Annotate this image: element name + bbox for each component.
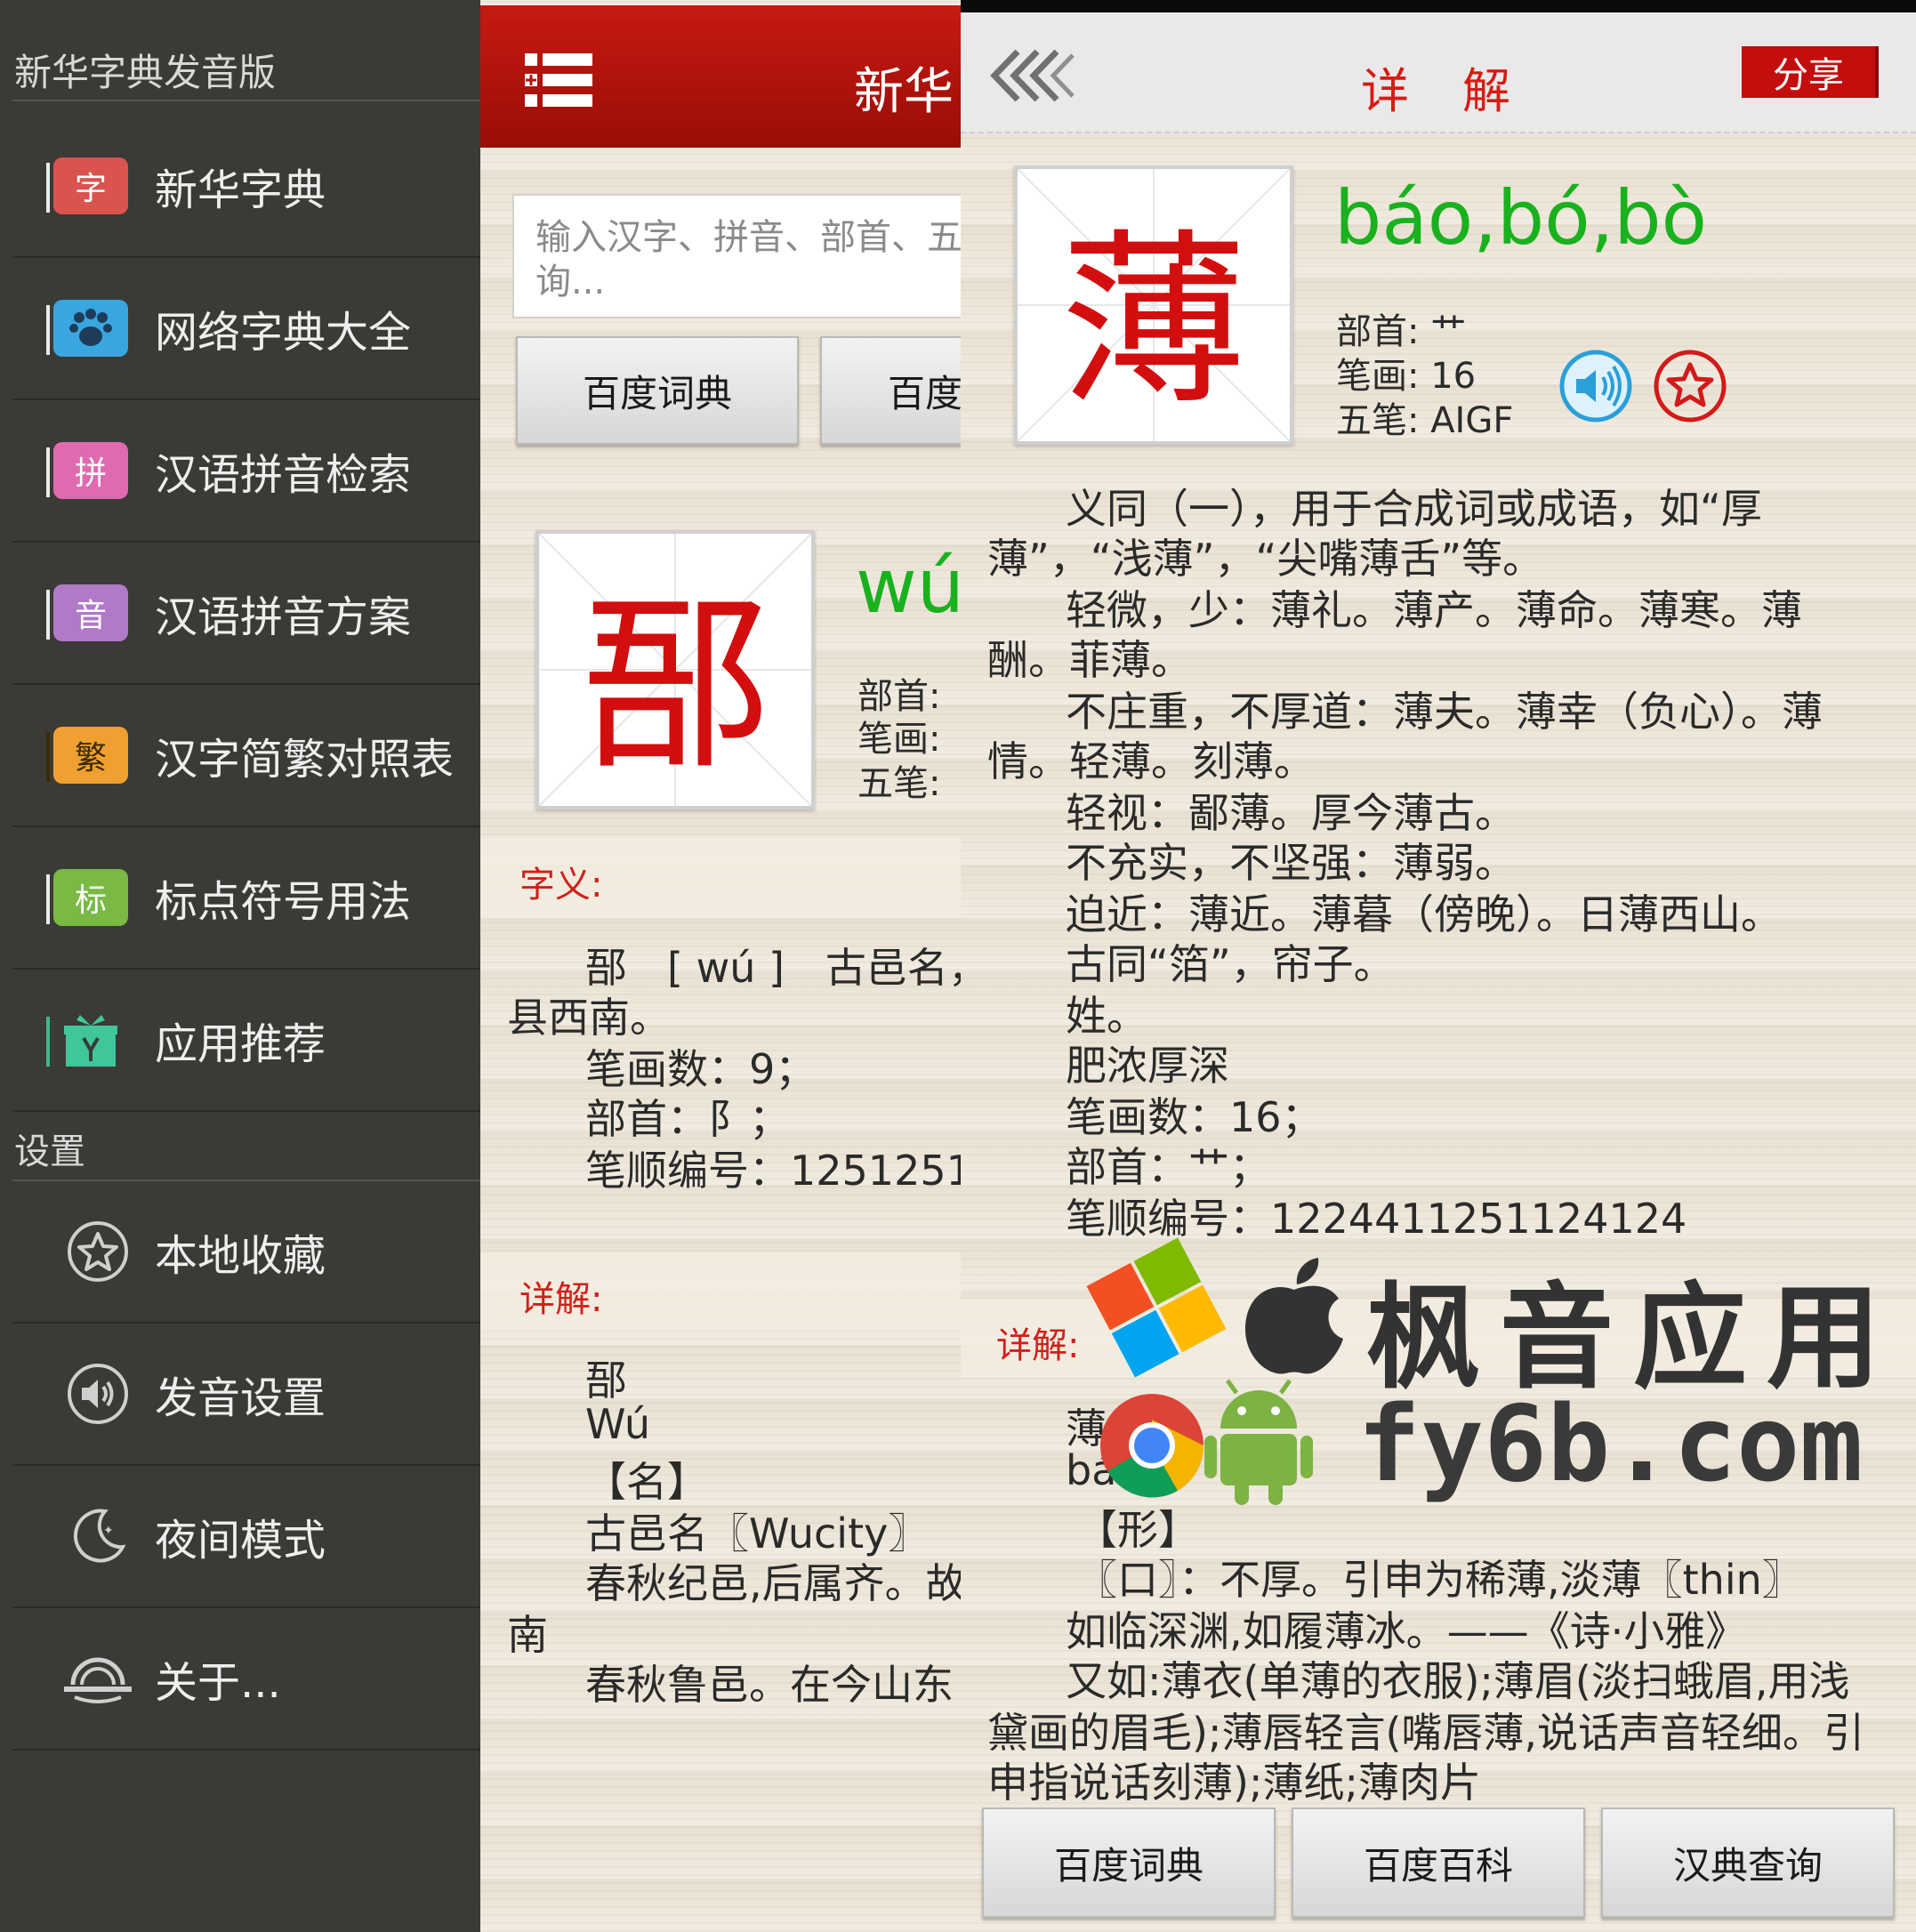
detail-line: 郚 — [585, 1356, 626, 1405]
baidu-button[interactable]: 百度 — [820, 336, 961, 445]
menu-item-pronunciation-settings[interactable]: 发音设置 — [12, 1324, 480, 1466]
meaning-line: 县西南。 — [507, 994, 671, 1042]
menu-item-local-favorites[interactable]: 本地收藏 — [12, 1181, 480, 1324]
detail-line: 【名】 — [585, 1458, 708, 1506]
detail-line: 又如:薄衣(单薄的衣服);薄眉(淡扫蛾眉,用浅 — [1066, 1657, 1850, 1705]
menu-item-app-recommend[interactable]: 应用推荐 — [12, 970, 480, 1112]
character-glyph: 薄 — [1059, 213, 1247, 431]
menu-item-label: 汉语拼音方案 — [155, 592, 412, 642]
pinyin-text: wú — [856, 543, 961, 630]
menu-item-pinyin-scheme[interactable]: 音 汉语拼音方案 — [12, 543, 480, 685]
settings-section-label: 设置 — [14, 1131, 85, 1172]
menu-item-label: 应用推荐 — [155, 1019, 326, 1069]
character-glyph: 郚 — [581, 577, 769, 795]
meaning-line: 古同“箔”，帘子。 — [1066, 940, 1395, 988]
meaning-line: 部首：艹； — [1066, 1143, 1270, 1191]
detail-screen: 详解 分享 薄 báo,bó,bò 部首: 艹 笔画: 16 五笔: AIGF … — [961, 0, 1916, 1932]
app-header-title: 新华 — [854, 63, 954, 121]
detail-line: 〖口〗：不厚。引申为稀薄,淡薄〖thin〗 — [1076, 1556, 1803, 1604]
meaning-line: 不充实，不坚强：薄弱。 — [1066, 839, 1516, 887]
detail-line: 南 — [507, 1611, 548, 1659]
status-bar — [961, 0, 1916, 12]
pin-char-icon: 拼 — [46, 442, 128, 499]
menu-item-label: 汉语拼音检索 — [155, 450, 412, 500]
meaning-section-label: 字义: — [519, 865, 603, 906]
moon-icon: ✦ — [53, 1492, 142, 1581]
wubi-label: 五笔: — [857, 763, 941, 804]
gift-icon — [46, 1011, 128, 1068]
meaning-line: 笔顺编号：1251251 — [585, 1147, 961, 1195]
menu-item-label: 标点符号用法 — [155, 877, 412, 927]
menu-item-simplified-traditional[interactable]: 繁 汉字简繁对照表 — [12, 685, 480, 827]
dictionary-main-screen: 新华 输入汉字、拼音、部首、五 询... 百度词典 百度 郚 wú 部首: 笔画… — [480, 0, 961, 1932]
menu-item-pinyin-search[interactable]: 拼 汉语拼音检索 — [12, 400, 480, 543]
meaning-line: 酬。菲薄。 — [987, 636, 1192, 684]
detail-line: Wú — [585, 1400, 650, 1448]
apple-logo-icon — [1245, 1258, 1343, 1374]
watermark-domain-text: fy6b.com — [1357, 1382, 1864, 1505]
speaker-icon[interactable] — [1558, 349, 1633, 423]
biao-char-icon: 标 — [46, 869, 128, 926]
menu-item-label: 网络字典大全 — [155, 308, 412, 358]
baidu-dictionary-button[interactable]: 百度词典 — [982, 1807, 1276, 1918]
zi-char-icon: 字 — [46, 157, 128, 214]
star-icon — [53, 1207, 142, 1296]
svg-text:✦: ✦ — [103, 1524, 114, 1538]
speaker-icon — [53, 1349, 142, 1438]
app-header: 新华 — [480, 5, 961, 148]
menu-item-label: 新华字典 — [155, 165, 326, 215]
search-placeholder: 输入汉字、拼音、部首、五 询... — [535, 217, 961, 302]
baidu-dictionary-button[interactable]: 百度词典 — [516, 336, 799, 445]
character-box: 郚 — [535, 530, 815, 809]
share-button[interactable]: 分享 — [1742, 46, 1875, 98]
yin-char-icon: 音 — [46, 584, 128, 641]
menu-item-label: 汉字简繁对照表 — [155, 735, 455, 785]
detail-line: 春秋纪邑,后属齐。故 — [585, 1559, 961, 1607]
meaning-line: 部首：阝； — [585, 1095, 790, 1143]
about-icon — [53, 1634, 142, 1723]
menu-item-label: 发音设置 — [155, 1373, 326, 1423]
detail-header: 详解 分享 — [961, 12, 1916, 133]
character-box: 薄 — [1014, 165, 1293, 445]
search-input[interactable]: 输入汉字、拼音、部首、五 询... — [512, 194, 961, 318]
menu-item-punctuation[interactable]: 标 标点符号用法 — [12, 827, 480, 970]
windows-logo-icon — [1086, 1237, 1227, 1378]
drawer-title-divider — [12, 100, 480, 101]
menu-item-online-dictionaries[interactable]: 网络字典大全 — [12, 258, 480, 400]
drawer-app-title: 新华字典发音版 — [14, 51, 277, 94]
fan-char-icon: 繁 — [46, 727, 128, 784]
chrome-logo-icon — [1100, 1394, 1204, 1498]
menu-item-label: 本地收藏 — [155, 1231, 326, 1281]
android-logo-icon — [1204, 1379, 1313, 1505]
meaning-line: 情。轻薄。刻薄。 — [987, 737, 1315, 785]
detail-line: 申指说话刻薄);薄纸;薄肉片 — [987, 1759, 1481, 1807]
detail-title: 详解 — [1361, 63, 1564, 119]
detail-line: 春秋鲁邑。在今山东 — [585, 1661, 954, 1709]
meaning-line: 薄”，“浅薄”，“尖嘴薄舌”等。 — [987, 535, 1544, 583]
pinyin-text: báo,bó,bò — [1334, 174, 1708, 262]
navigation-drawer: 新华字典发音版 字 新华字典 网络字典大全 拼 汉语拼音检索 音 汉语拼音方案 … — [0, 0, 480, 1932]
paw-icon — [46, 300, 128, 357]
menu-item-label: 夜间模式 — [155, 1516, 326, 1566]
wubi-line: 五笔: AIGF — [1336, 400, 1514, 441]
detail-section-label: 详解: — [996, 1325, 1080, 1366]
meaning-line: 肥浓厚深 — [1066, 1042, 1229, 1090]
menu-item-night-mode[interactable]: ✦ 夜间模式 — [12, 1466, 480, 1608]
favorite-star-icon[interactable] — [1653, 349, 1727, 423]
menu-list-icon[interactable] — [523, 50, 594, 110]
menu-item-label: 关于... — [155, 1658, 281, 1708]
menu-item-xinhua-dictionary[interactable]: 字 新华字典 — [12, 116, 480, 258]
zdic-lookup-button[interactable]: 汉典查询 — [1601, 1807, 1895, 1918]
menu-item-about[interactable]: 关于... — [12, 1608, 480, 1751]
back-icon[interactable] — [987, 46, 1076, 105]
detail-section-label: 详解: — [519, 1279, 603, 1320]
baidu-baike-button[interactable]: 百度百科 — [1292, 1807, 1585, 1918]
